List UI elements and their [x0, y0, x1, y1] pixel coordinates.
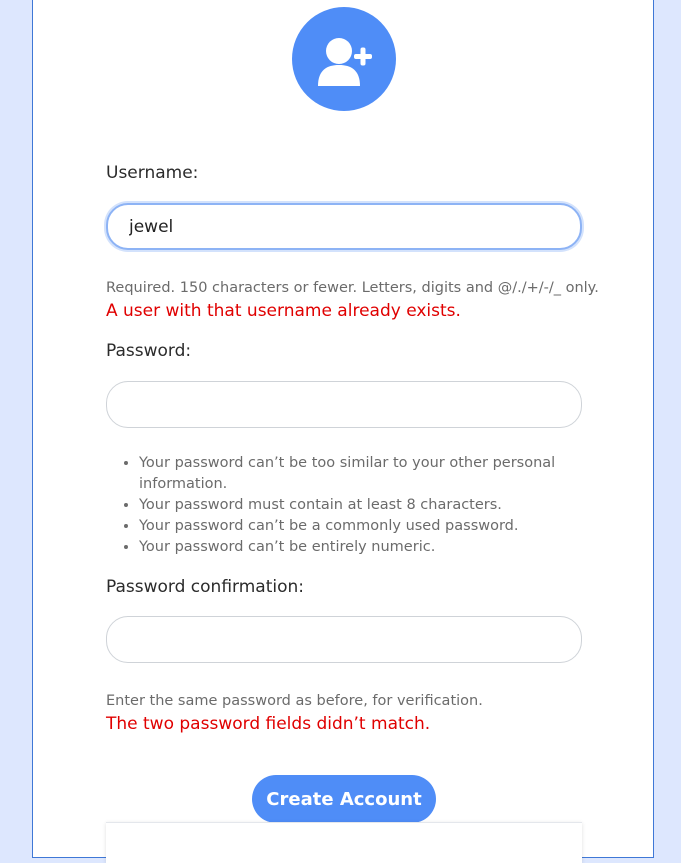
- password-confirmation-error: The two password fields didn’t match.: [106, 714, 431, 734]
- add-user-icon: [318, 38, 372, 86]
- password-confirmation-input[interactable]: [106, 616, 582, 663]
- password-rules-list: Your password can’t be too similar to yo…: [106, 453, 599, 558]
- username-help-text: Required. 150 characters or fewer. Lette…: [106, 280, 599, 296]
- create-account-button[interactable]: Create Account: [252, 775, 436, 823]
- password-input[interactable]: [106, 381, 582, 428]
- bottom-panel: [106, 822, 582, 863]
- password-rule: Your password can’t be too similar to yo…: [139, 453, 599, 495]
- username-label: Username:: [106, 163, 199, 183]
- username-error: A user with that username already exists…: [106, 301, 461, 321]
- password-rule: Your password can’t be entirely numeric.: [139, 537, 599, 558]
- avatar: [292, 7, 396, 111]
- password-label: Password:: [106, 341, 192, 361]
- username-input[interactable]: [106, 203, 582, 250]
- password-rule: Your password can’t be a commonly used p…: [139, 516, 599, 537]
- password-confirmation-help-text: Enter the same password as before, for v…: [106, 693, 483, 709]
- password-confirmation-label: Password confirmation:: [106, 577, 304, 597]
- password-rule: Your password must contain at least 8 ch…: [139, 495, 599, 516]
- signup-card: Username: Required. 150 characters or fe…: [32, 0, 654, 863]
